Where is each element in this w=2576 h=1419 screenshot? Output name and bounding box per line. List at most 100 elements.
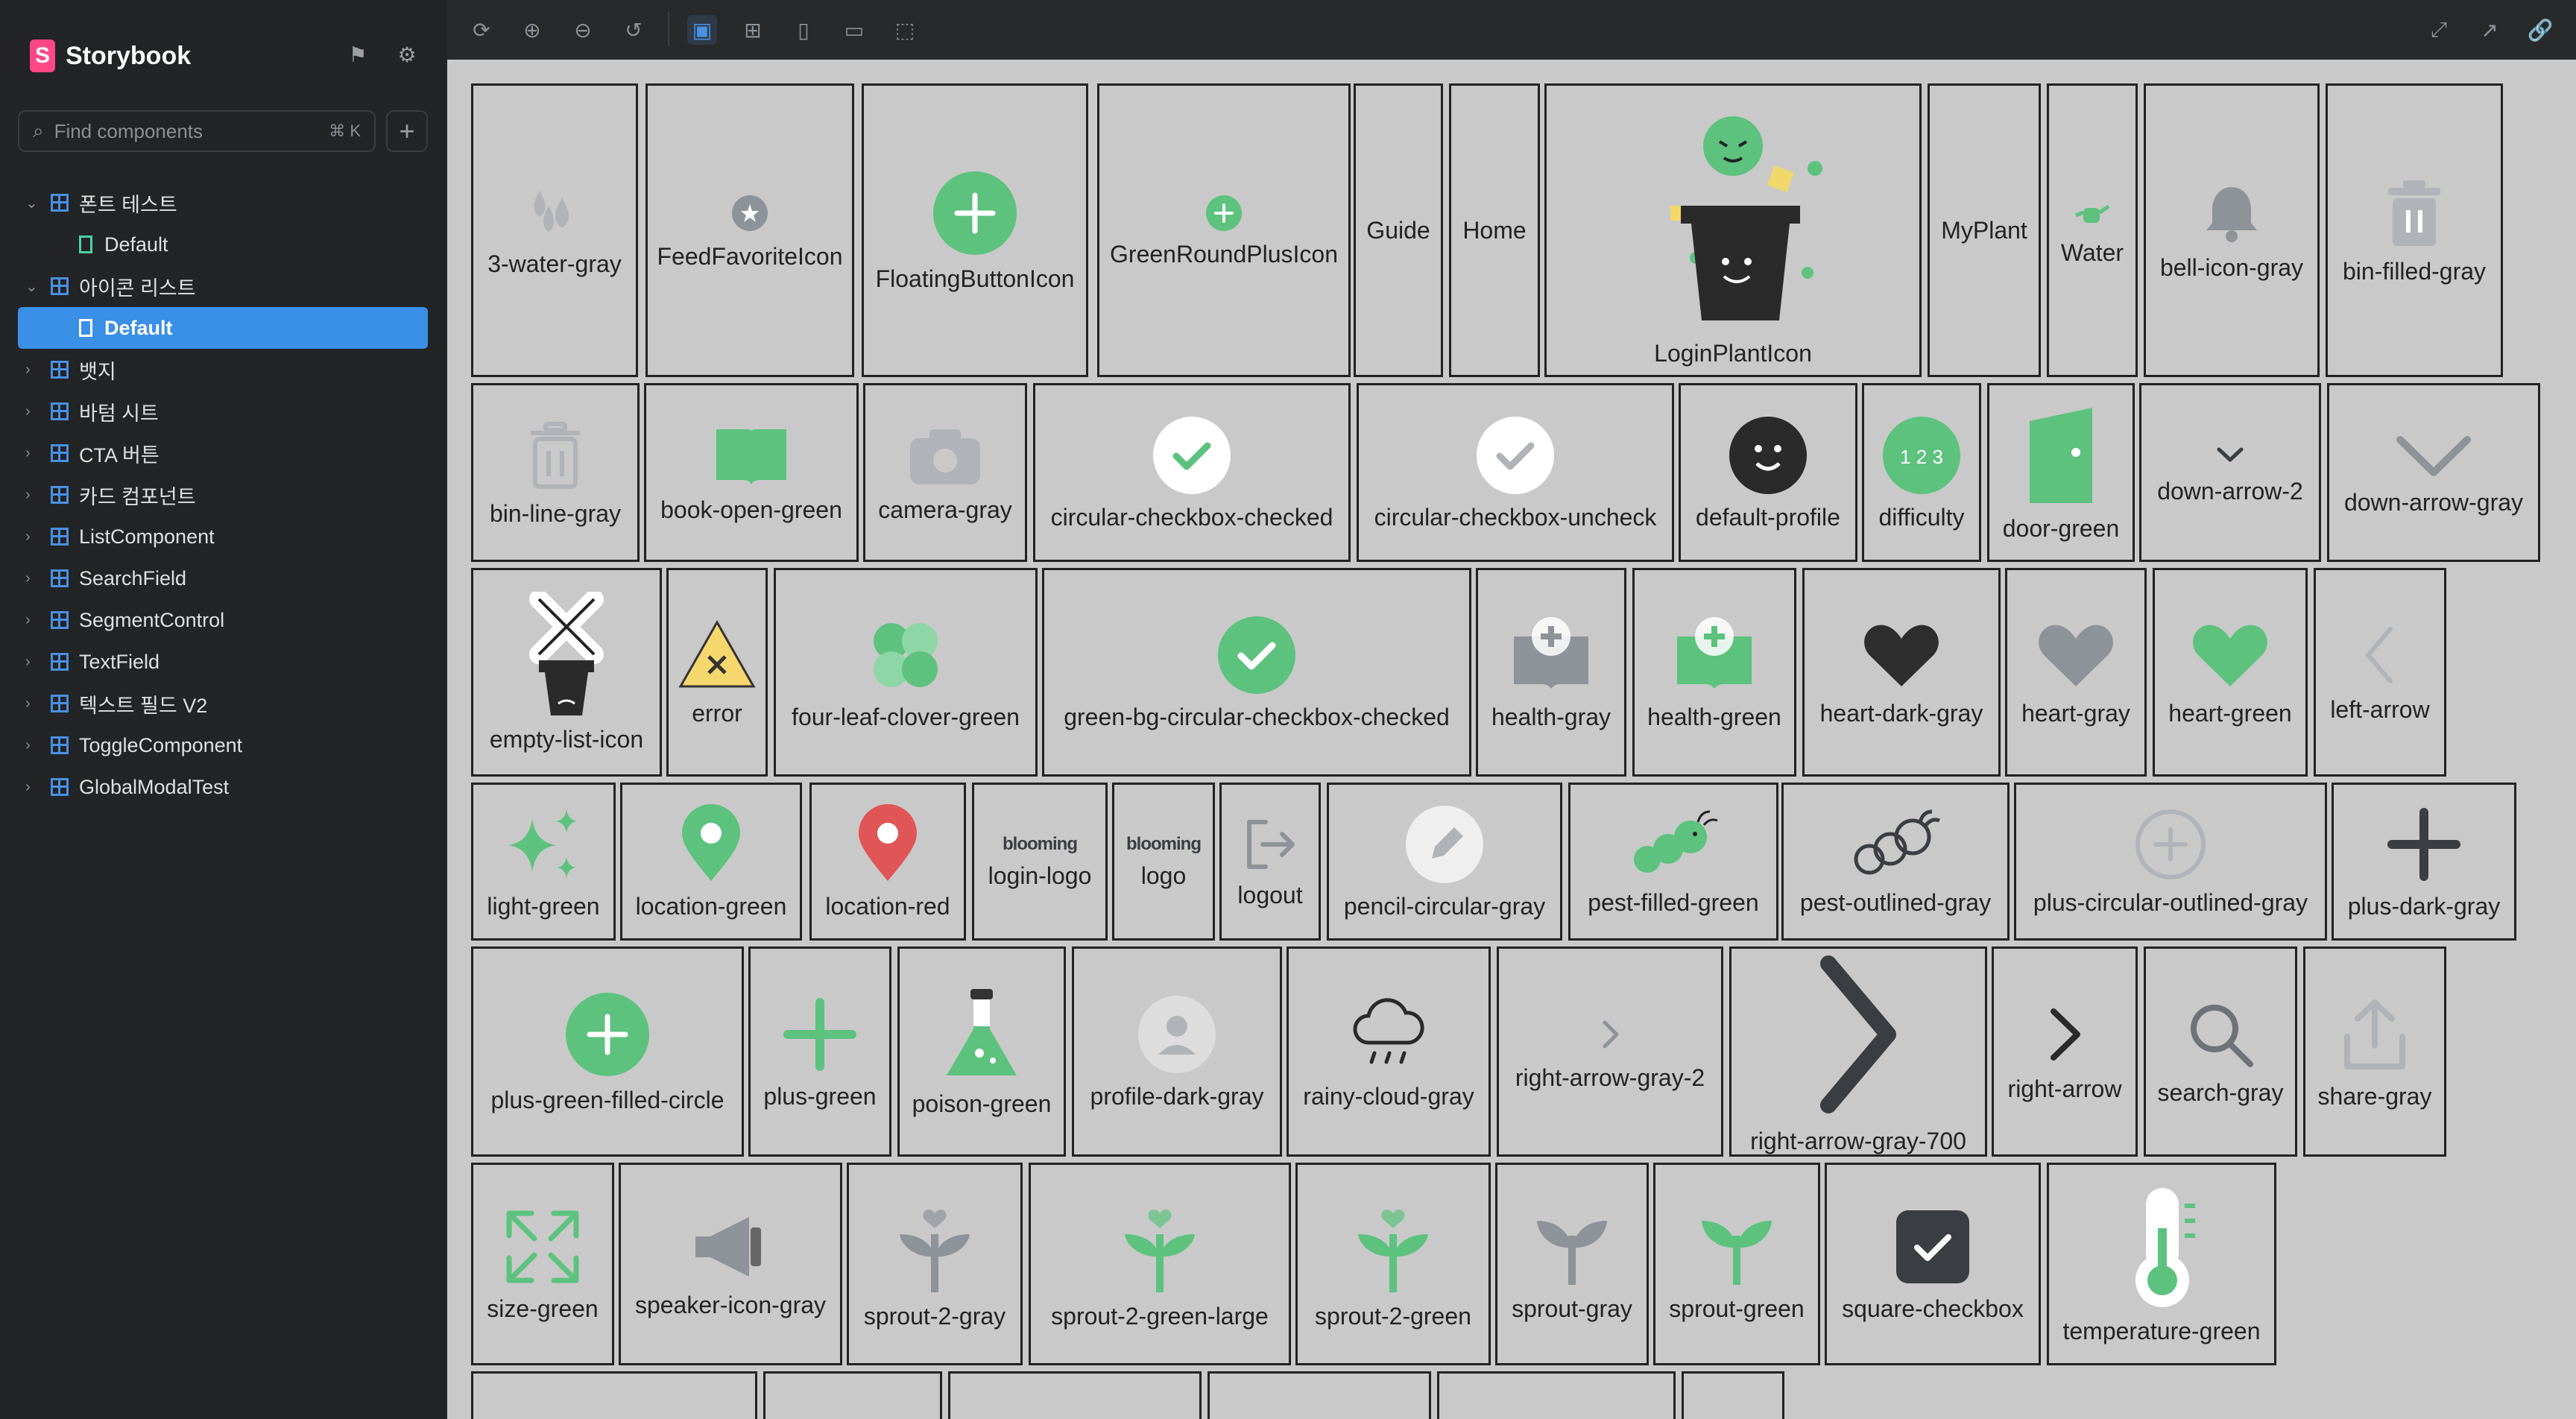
sidebar-component[interactable]: › SegmentControl <box>18 599 428 641</box>
icon-label: heart-gray <box>2021 699 2130 727</box>
icon-card: heart-dark-gray <box>1802 568 2001 777</box>
chevron-right-icon[interactable]: › <box>25 487 43 504</box>
sidebar-component[interactable]: › 바텀 시트 <box>18 391 428 432</box>
component-icon <box>51 444 69 462</box>
icon-label: Home <box>1462 216 1527 244</box>
search-shortcut: ⌘ K <box>329 121 361 140</box>
icon-card: sprout-green <box>1653 1163 1820 1365</box>
3-water-gray-icon <box>517 183 592 243</box>
zoom-in-icon[interactable]: ⊕ <box>517 15 547 45</box>
chevron-right-icon[interactable]: › <box>25 445 43 462</box>
add-story-button[interactable]: + <box>386 110 428 152</box>
sidebar-component[interactable]: › 뱃지 <box>18 349 428 391</box>
sprout-gray-icon <box>1531 1206 1613 1288</box>
sidebar-component[interactable]: › 텍스트 필드 V2 <box>18 683 428 724</box>
chevron-right-icon[interactable]: › <box>25 403 43 420</box>
icon-label: location-red <box>825 892 950 920</box>
outline-icon[interactable]: ⬚ <box>890 15 920 45</box>
icon-card: plus-green <box>748 946 891 1157</box>
icon-card: size-green <box>471 1163 614 1365</box>
icon-label: difficulty <box>1878 503 1965 531</box>
pest-outlined-gray-icon <box>1847 807 1944 882</box>
search-input[interactable]: ⌕ Find components ⌘ K <box>18 110 376 152</box>
zoom-out-icon[interactable]: ⊖ <box>568 15 598 45</box>
icon-card: logout <box>1219 783 1321 941</box>
icon-label: bin-line-gray <box>489 499 622 527</box>
camera-gray-icon <box>904 422 986 489</box>
sprout-2-gray-icon <box>894 1198 976 1295</box>
icon-label: left-arrow <box>2330 695 2430 723</box>
component-icon <box>51 528 69 546</box>
poison-green-icon <box>941 986 1023 1083</box>
sidebar: S Storybook ⚑ ⚙ ⌕ Find components ⌘ K + … <box>0 0 447 1419</box>
sidebar-item-label: 폰트 테스트 <box>79 193 177 216</box>
icon-label: book-open-green <box>660 496 842 523</box>
icon-card: light-green <box>471 783 616 941</box>
copy-link-icon[interactable]: 🔗 <box>2525 15 2555 45</box>
sidebar-component[interactable]: › SearchField <box>18 557 428 599</box>
chevron-right-icon[interactable]: › <box>25 528 43 546</box>
zoom-reset-icon[interactable]: ↺ <box>619 15 648 45</box>
pest-filled-green-icon <box>1625 807 1722 882</box>
measure-icon[interactable]: ▭ <box>839 15 869 45</box>
icon-label: circular-checkbox-uncheck <box>1374 503 1657 531</box>
icon-card <box>1208 1371 1431 1419</box>
icon-card: poison-green <box>897 946 1066 1157</box>
icon-label: share-gray <box>2317 1082 2432 1110</box>
FeedFavoriteIcon-icon <box>727 191 772 236</box>
location-green-icon <box>678 803 745 885</box>
rainy-cloud-gray-icon <box>1348 993 1430 1075</box>
sidebar-component[interactable]: › ToggleComponent <box>18 724 428 766</box>
chevron-right-icon[interactable]: › <box>25 695 43 712</box>
heart-gray-icon <box>2035 618 2117 692</box>
chevron-down-icon[interactable]: ⌄ <box>25 277 43 296</box>
icon-label: bin-filled-gray <box>2342 257 2487 285</box>
sidebar-item-label: 카드 컴포넌트 <box>79 485 196 508</box>
sidebar-story[interactable]: Default <box>18 307 428 349</box>
right-arrow-gray-2-icon <box>1591 1012 1629 1057</box>
sidebar-component[interactable]: ⌄ 폰트 테스트 <box>18 182 428 224</box>
sidebar-story[interactable]: Default <box>18 224 428 265</box>
icon-card: location-green <box>620 783 802 941</box>
chevron-right-icon[interactable]: › <box>25 779 43 796</box>
share-gray-icon <box>2334 993 2416 1075</box>
whats-new-icon[interactable]: ⚑ <box>344 41 371 68</box>
chevron-right-icon[interactable]: › <box>25 570 43 587</box>
fullscreen-icon[interactable]: ⤢ <box>2424 15 2454 45</box>
icon-card: default-profile <box>1679 383 1857 562</box>
background-image-icon[interactable]: ▣ <box>687 15 717 45</box>
chevron-down-icon[interactable]: ⌄ <box>25 194 43 212</box>
sidebar-item-label: GlobalModalTest <box>79 775 230 798</box>
chevron-right-icon[interactable]: › <box>25 654 43 671</box>
sidebar-component[interactable]: ⌄ 아이콘 리스트 <box>18 265 428 307</box>
sidebar-component[interactable]: › GlobalModalTest <box>18 766 428 808</box>
icon-card: green-bg-circular-checkbox-checked <box>1042 568 1471 777</box>
heart-green-icon <box>2189 618 2271 692</box>
settings-gear-icon[interactable]: ⚙ <box>394 41 420 68</box>
icon-card: door-green <box>1987 383 2135 562</box>
viewport-icon[interactable]: ▯ <box>789 15 818 45</box>
search-icon: ⌕ <box>33 119 44 142</box>
bookmark-icon <box>79 236 92 253</box>
sidebar-item-label: Default <box>104 233 168 256</box>
icon-card <box>948 1371 1202 1419</box>
icon-card: GreenRoundPlusIcon <box>1097 83 1351 377</box>
icon-card: 1 2 3 difficulty <box>1862 383 1981 562</box>
sidebar-component[interactable]: › CTA 버튼 <box>18 432 428 474</box>
health-gray-icon <box>1506 614 1596 696</box>
grid-icon[interactable]: ⊞ <box>738 15 768 45</box>
open-new-tab-icon[interactable]: ↗ <box>2475 15 2504 45</box>
icon-card: plus-dark-gray <box>2332 783 2516 941</box>
chevron-right-icon[interactable]: › <box>25 737 43 754</box>
chevron-right-icon[interactable]: › <box>25 612 43 629</box>
icon-card: pest-outlined-gray <box>1781 783 2010 941</box>
reload-icon[interactable]: ⟳ <box>467 15 496 45</box>
sidebar-component[interactable]: › TextField <box>18 641 428 683</box>
chevron-right-icon[interactable]: › <box>25 361 43 379</box>
sidebar-component[interactable]: › 카드 컴포넌트 <box>18 474 428 516</box>
storybook-brand[interactable]: S Storybook <box>30 37 191 75</box>
sidebar-component[interactable]: › ListComponent <box>18 516 428 557</box>
icon-label: logo <box>1140 862 1187 889</box>
icon-card: Guide <box>1354 83 1443 377</box>
search-gray-icon <box>2183 997 2258 1072</box>
